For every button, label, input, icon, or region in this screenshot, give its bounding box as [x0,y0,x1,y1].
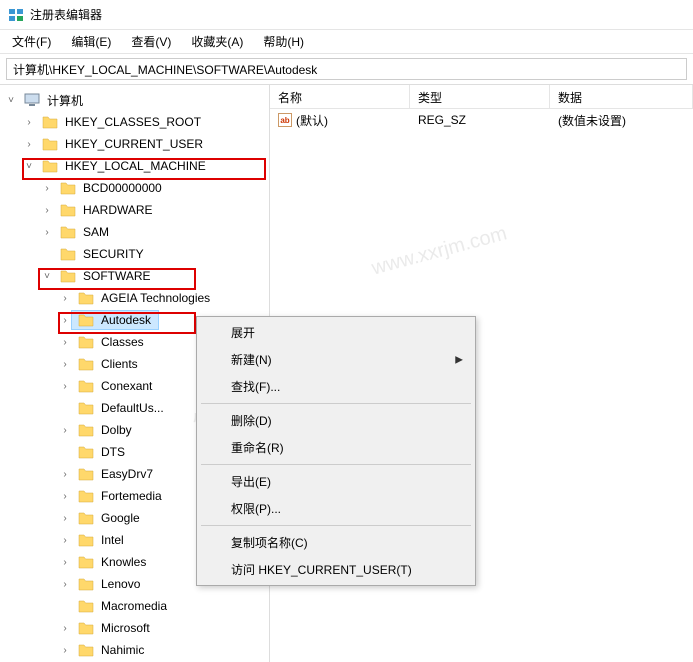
expand-toggle[interactable]: › [58,335,72,349]
expand-toggle[interactable]: › [58,533,72,547]
context-menu: 展开 新建(N) ▶ 查找(F)... 删除(D) 重命名(R) 导出(E) 权… [196,316,476,586]
menu-favorites[interactable]: 收藏夹(A) [185,31,249,52]
menu-edit[interactable]: 编辑(E) [65,31,117,52]
expand-toggle[interactable]: › [58,357,72,371]
expand-toggle[interactable]: › [40,181,54,195]
ctx-expand[interactable]: 展开 [199,319,473,346]
list-row[interactable]: ab (默认) REG_SZ (数值未设置) [270,109,693,131]
expand-toggle[interactable]: › [40,203,54,217]
tree-hkcu[interactable]: › HKEY_CURRENT_USER [0,133,269,155]
expand-toggle[interactable]: › [22,137,36,151]
tree-hklm[interactable]: ˅ HKEY_LOCAL_MACHINE [0,155,269,177]
window-title: 注册表编辑器 [30,6,102,23]
tree-computer[interactable]: ˅ 计算机 [0,89,269,111]
col-data[interactable]: 数据 [550,85,693,108]
collapse-toggle[interactable]: ˅ [4,93,18,107]
tree-hkcr[interactable]: › HKEY_CLASSES_ROOT [0,111,269,133]
expand-toggle[interactable]: › [58,467,72,481]
expand-toggle[interactable]: › [22,115,36,129]
expand-toggle[interactable]: › [58,291,72,305]
collapse-toggle[interactable]: ˅ [40,269,54,283]
menu-view[interactable]: 查看(V) [125,31,177,52]
expand-toggle[interactable]: › [40,225,54,239]
row-data: (数值未设置) [550,110,693,131]
collapse-toggle[interactable]: ˅ [22,159,36,173]
ctx-permissions[interactable]: 权限(P)... [199,495,473,522]
row-name: (默认) [296,112,328,129]
menu-file[interactable]: 文件(F) [6,31,57,52]
tree-microsoft[interactable]: › Microsoft [0,617,269,639]
list-header: 名称 类型 数据 [270,85,693,109]
ctx-goto-hkcu[interactable]: 访问 HKEY_CURRENT_USER(T) [199,556,473,583]
expand-toggle[interactable]: › [58,643,72,657]
tree-ageia[interactable]: › AGEIA Technologies [0,287,269,309]
menu-bar: 文件(F) 编辑(E) 查看(V) 收藏夹(A) 帮助(H) [0,30,693,54]
tree-sam[interactable]: › SAM [0,221,269,243]
ctx-export[interactable]: 导出(E) [199,468,473,495]
tree-macromedia[interactable]: Macromedia [0,595,269,617]
expand-toggle[interactable]: › [58,423,72,437]
ctx-rename[interactable]: 重命名(R) [199,434,473,461]
tree-hardware[interactable]: › HARDWARE [0,199,269,221]
expand-toggle[interactable]: › [58,489,72,503]
tree-bcd[interactable]: › BCD00000000 [0,177,269,199]
expand-toggle[interactable]: › [58,577,72,591]
tree-security[interactable]: SECURITY [0,243,269,265]
menu-help[interactable]: 帮助(H) [257,31,310,52]
row-type: REG_SZ [410,111,550,129]
tree-software[interactable]: ˅ SOFTWARE [0,265,269,287]
expand-toggle[interactable]: › [58,379,72,393]
expand-toggle[interactable]: › [58,555,72,569]
string-value-icon: ab [278,113,292,127]
address-bar [0,54,693,85]
ctx-find[interactable]: 查找(F)... [199,373,473,400]
expand-toggle[interactable]: › [58,313,72,327]
ctx-new[interactable]: 新建(N) ▶ [199,346,473,373]
col-type[interactable]: 类型 [410,85,550,108]
title-bar: 注册表编辑器 [0,0,693,30]
regedit-icon [8,7,24,23]
ctx-separator [201,403,471,404]
ctx-copy-key[interactable]: 复制项名称(C) [199,529,473,556]
ctx-delete[interactable]: 删除(D) [199,407,473,434]
tree-nahimic[interactable]: › Nahimic [0,639,269,661]
ctx-separator [201,525,471,526]
ctx-separator [201,464,471,465]
chevron-right-icon: ▶ [455,354,463,365]
address-input[interactable] [6,58,687,80]
expand-toggle[interactable]: › [58,511,72,525]
expand-toggle[interactable]: › [58,621,72,635]
col-name[interactable]: 名称 [270,85,410,108]
